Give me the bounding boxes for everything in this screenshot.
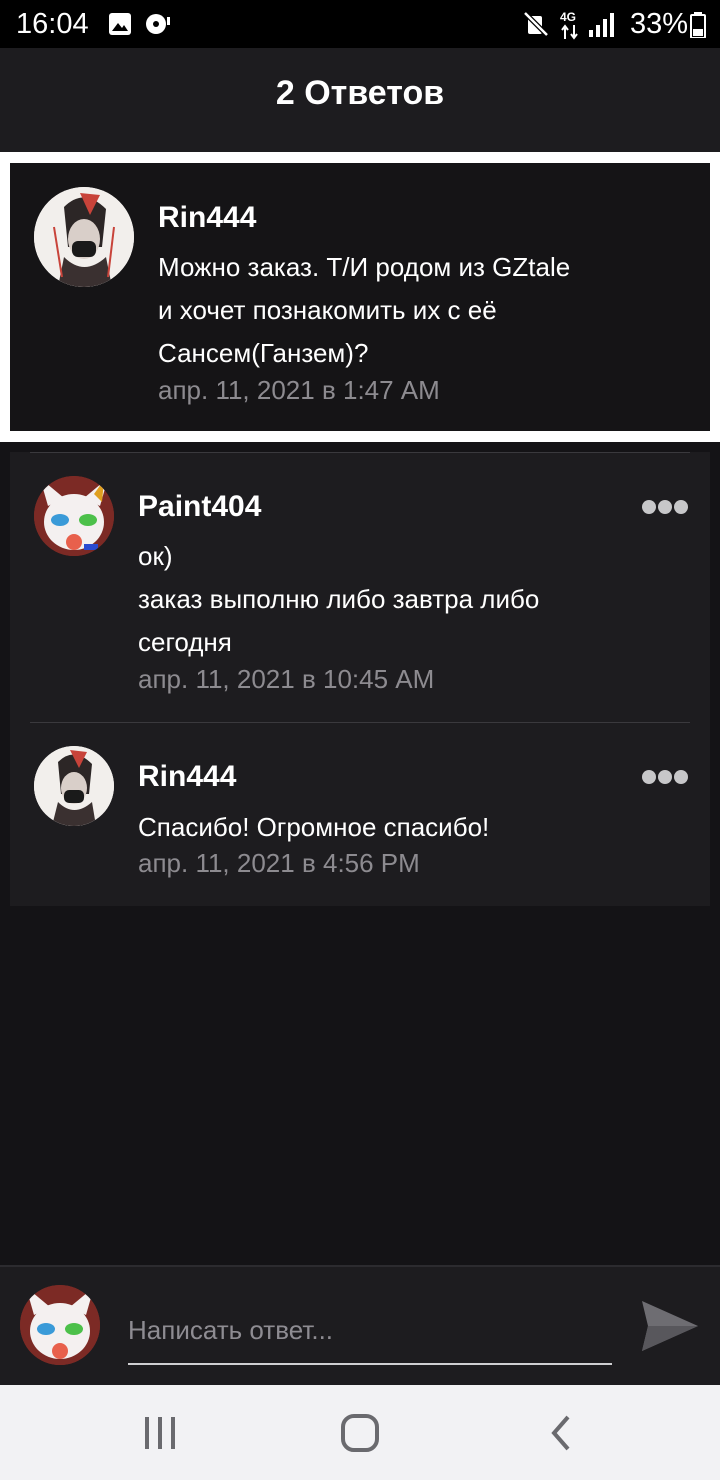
media-icon xyxy=(146,14,170,34)
network-type: 4G xyxy=(560,10,577,24)
reply-author[interactable]: Rin444 xyxy=(138,760,236,794)
send-icon[interactable] xyxy=(640,1297,700,1355)
avatar-image xyxy=(20,1285,100,1365)
reply-line: ок) xyxy=(138,541,173,571)
data-arrows-icon xyxy=(561,24,578,40)
comment-line: Можно заказ. Т/И родом из GZtale xyxy=(158,252,571,282)
reply-text: Спасибо! Огромное спасибо! xyxy=(138,806,489,849)
page-title: 2 Ответов xyxy=(275,74,445,112)
reply-date: апр. 11, 2021 в 4:56 PM xyxy=(138,848,420,878)
reply-line: сегодня xyxy=(138,627,232,657)
more-options-icon[interactable] xyxy=(642,770,688,786)
current-user-avatar xyxy=(20,1285,100,1365)
avatar[interactable] xyxy=(34,187,134,287)
battery-percent: 33% xyxy=(630,8,689,40)
avatar[interactable] xyxy=(34,476,114,556)
system-nav-bar xyxy=(0,1385,720,1480)
comment-line: и хочет познакомить их с её xyxy=(158,295,497,325)
reply-author[interactable]: Paint404 xyxy=(138,490,261,524)
reply-date: апр. 11, 2021 в 10:45 AM xyxy=(138,664,435,694)
reply-line: заказ выполню либо завтра либо xyxy=(138,584,540,614)
comment-text: Можно заказ. Т/И родом из GZtale и хочет… xyxy=(158,246,570,375)
signal-icon xyxy=(589,13,614,37)
avatar-image xyxy=(34,746,114,826)
comment-line: Сансем(Ганзем)? xyxy=(158,338,369,368)
recent-apps-icon[interactable] xyxy=(140,1413,180,1453)
more-options-icon[interactable] xyxy=(642,500,688,516)
reply-composer xyxy=(0,1265,720,1387)
parent-comment-highlight: Rin444 Можно заказ. Т/И родом из GZtale … xyxy=(0,152,720,442)
reply-text: ок) заказ выполню либо завтра либо сегод… xyxy=(138,535,539,664)
back-icon[interactable] xyxy=(542,1413,582,1453)
replies-list: Paint404 ок) заказ выполню либо завтра л… xyxy=(10,452,710,906)
reply-input[interactable] xyxy=(128,1297,612,1365)
top-bar: 2 Ответов xyxy=(0,48,720,152)
image-icon xyxy=(109,13,131,35)
home-icon[interactable] xyxy=(340,1413,380,1453)
comment-author[interactable]: Rin444 xyxy=(158,201,256,235)
status-bar: 16:04 4G 33% xyxy=(0,0,720,48)
avatar[interactable] xyxy=(34,746,114,826)
mute-icon xyxy=(523,11,549,37)
avatar-image xyxy=(34,476,114,556)
avatar-image xyxy=(34,187,134,287)
battery-icon xyxy=(690,12,706,38)
reply-item[interactable]: Rin444 Спасибо! Огромное спасибо! апр. 1… xyxy=(10,722,710,906)
status-time: 16:04 xyxy=(16,8,89,40)
comment-date: апр. 11, 2021 в 1:47 AM xyxy=(158,375,440,405)
reply-item[interactable]: Paint404 ок) заказ выполню либо завтра л… xyxy=(10,452,710,722)
reply-line: Спасибо! Огромное спасибо! xyxy=(138,812,490,842)
parent-comment[interactable]: Rin444 Можно заказ. Т/И родом из GZtale … xyxy=(10,163,710,431)
